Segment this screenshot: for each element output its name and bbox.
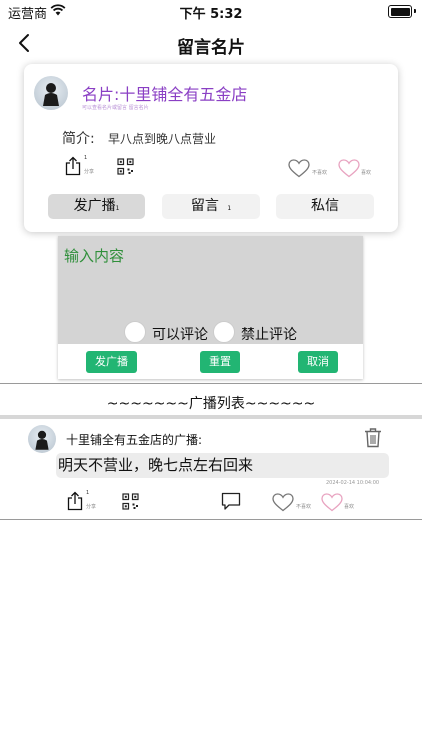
tab-private-message[interactable]: 私信 xyxy=(276,194,374,219)
qrcode-icon[interactable] xyxy=(117,158,134,175)
intro-label: 简介: xyxy=(62,131,95,147)
item-qrcode-icon[interactable] xyxy=(122,493,139,510)
item-avatar xyxy=(28,425,56,453)
allow-comment-label: 可以评论 xyxy=(152,327,208,343)
heart-outline-icon[interactable] xyxy=(288,159,310,178)
tab-message-badge: 1 xyxy=(227,205,232,212)
share-icon[interactable] xyxy=(64,156,82,176)
item-heart-outline-icon[interactable] xyxy=(272,493,294,512)
forbid-comment-label: 禁止评论 xyxy=(241,327,297,343)
item-heart-pink-icon[interactable] xyxy=(321,493,343,512)
broadcast-input-panel: 输入内容 可以评论 禁止评论 发广播 重置 取消 xyxy=(58,236,363,379)
forbid-comment-radio[interactable] xyxy=(213,321,235,343)
tab-broadcast-badge: 1 xyxy=(115,205,120,212)
item-unlike-label: 不喜欢 xyxy=(296,504,312,510)
avatar-figure-icon xyxy=(43,83,59,106)
share-label: 分享 xyxy=(84,169,95,175)
allow-comment-radio[interactable] xyxy=(124,321,146,343)
publish-button[interactable]: 发广播 xyxy=(86,351,137,373)
tab-broadcast[interactable]: 发广播1 xyxy=(48,194,145,219)
item-author: 十里铺全有五金店的广播: xyxy=(66,433,203,447)
item-message: 明天不营业，晚七点左右回来 xyxy=(56,453,389,478)
card-faint-caption: 可以查看名片或留言 留言名片 xyxy=(82,105,149,111)
business-card: 名片:十里铺全有五金店 可以查看名片或留言 留言名片 简介: 早八点到晚八点营业… xyxy=(24,64,398,232)
trash-icon[interactable] xyxy=(363,427,383,448)
tab-private-message-label: 私信 xyxy=(311,198,339,214)
divider-bottom xyxy=(0,519,422,520)
avatar-figure-icon xyxy=(35,430,49,450)
reset-button[interactable]: 重置 xyxy=(200,351,240,373)
share-count: 1 xyxy=(84,155,88,161)
panel-button-bar: 发广播 重置 取消 xyxy=(58,344,363,379)
battery-icon xyxy=(388,5,412,18)
status-bar: 运营商 下午 5:32 xyxy=(0,0,422,24)
item-share-icon[interactable] xyxy=(66,491,84,511)
unlike-label: 不喜欢 xyxy=(312,170,328,176)
like-label: 喜欢 xyxy=(361,170,372,176)
item-share-count: 1 xyxy=(86,490,90,496)
card-name: 名片:十里铺全有五金店 xyxy=(82,85,248,104)
tab-broadcast-label: 发广播 xyxy=(73,198,116,214)
item-share-label: 分享 xyxy=(86,504,97,510)
heart-pink-icon[interactable] xyxy=(338,159,360,178)
status-time: 下午 5:32 xyxy=(179,7,243,22)
avatar xyxy=(34,76,68,110)
cancel-button[interactable]: 取消 xyxy=(298,351,338,373)
content-input[interactable]: 输入内容 xyxy=(64,245,124,266)
page-title: 留言名片 xyxy=(177,38,245,58)
comment-icon[interactable] xyxy=(221,492,241,511)
divider-top xyxy=(0,383,422,384)
broadcast-list-title: ~~~~~~~广播列表~~~~~~ xyxy=(106,396,316,412)
intro-value: 早八点到晚八点营业 xyxy=(108,132,217,146)
tab-message[interactable]: 留言 1 xyxy=(162,194,260,219)
tab-message-label: 留言 xyxy=(190,198,219,214)
item-timestamp: 2024-02-14 10:04:00 xyxy=(326,480,380,486)
item-like-label: 喜欢 xyxy=(344,504,355,510)
battery-tip xyxy=(414,9,416,13)
